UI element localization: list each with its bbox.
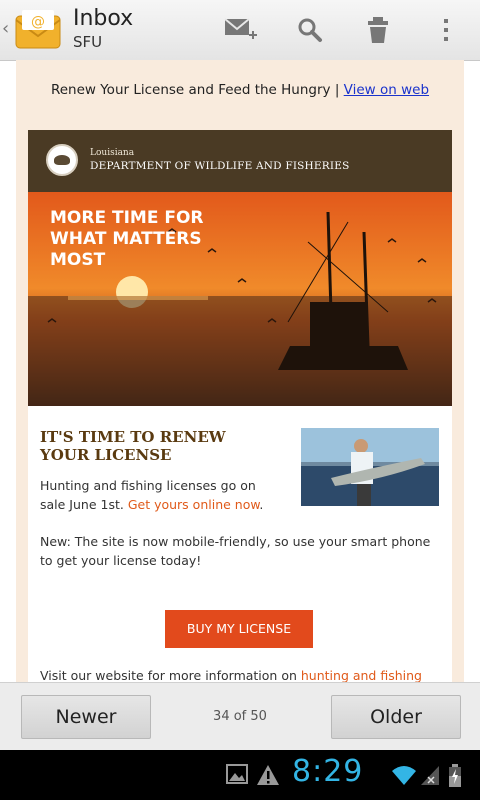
preheader-text: Renew Your License and Feed the Hungry | — [50, 82, 344, 98]
fisherman-photo[interactable] — [301, 428, 439, 506]
hero-image[interactable]: MORE TIME FOR WHAT MATTERS MOST — [28, 192, 452, 406]
newsletter-card: Louisiana DEPARTMENT OF WILDLIFE AND FIS… — [28, 130, 452, 682]
buy-license-button[interactable]: BUY MY LICENSE — [165, 610, 313, 648]
hero-headline: MORE TIME FOR WHAT MATTERS MOST — [50, 208, 204, 270]
section-heading: IT'S TIME TO RENEW YOUR LICENSE — [40, 428, 226, 464]
message-navigation: Newer 34 of 50 Older — [0, 682, 480, 751]
message-position: 34 of 50 — [213, 709, 267, 724]
mobile-friendly-paragraph: New: The site is now mobile-friendly, so… — [40, 534, 431, 568]
department-state: Louisiana — [90, 148, 135, 158]
up-caret-icon[interactable]: ‹ — [2, 18, 9, 39]
hunting-and-fishing-link[interactable]: hunting and fishing — [301, 668, 422, 682]
action-bar: ‹ @ Inbox SFU — [0, 0, 480, 61]
department-name: DEPARTMENT OF WILDLIFE AND FISHERIES — [90, 160, 350, 172]
svg-text:@: @ — [31, 14, 45, 30]
department-header: Louisiana DEPARTMENT OF WILDLIFE AND FIS… — [28, 130, 452, 192]
search-icon[interactable] — [292, 12, 328, 48]
email-body[interactable]: Renew Your License and Feed the Hungry |… — [16, 60, 464, 682]
view-on-web-link[interactable]: View on web — [344, 82, 429, 98]
older-button[interactable]: Older — [331, 695, 461, 739]
signal-icon — [420, 764, 440, 790]
compose-icon[interactable] — [222, 12, 258, 48]
email-app-icon[interactable]: @ — [14, 8, 62, 52]
newer-button[interactable]: Newer — [21, 695, 151, 739]
department-seal-icon — [46, 144, 78, 176]
more-info-paragraph: Visit our website for more information o… — [40, 666, 440, 682]
preheader: Renew Your License and Feed the Hungry |… — [16, 82, 464, 98]
trash-icon[interactable] — [360, 12, 396, 48]
account-name: SFU — [73, 33, 103, 51]
battery-icon — [448, 764, 462, 792]
sale-paragraph: Hunting and fishing licenses go on sale … — [40, 476, 280, 514]
overflow-menu-icon[interactable] — [428, 12, 464, 48]
sale-text-end: . — [259, 497, 264, 512]
get-yours-online-link[interactable]: Get yours online now — [128, 497, 260, 512]
clock: 8:29 — [292, 754, 364, 789]
more-info-text: Visit our website for more information o… — [40, 668, 301, 682]
warning-icon[interactable] — [256, 764, 280, 790]
wifi-icon — [392, 764, 416, 790]
status-bar: 8:29 — [0, 750, 480, 800]
page-title: Inbox — [73, 6, 134, 31]
picture-notification-icon[interactable] — [226, 764, 248, 788]
